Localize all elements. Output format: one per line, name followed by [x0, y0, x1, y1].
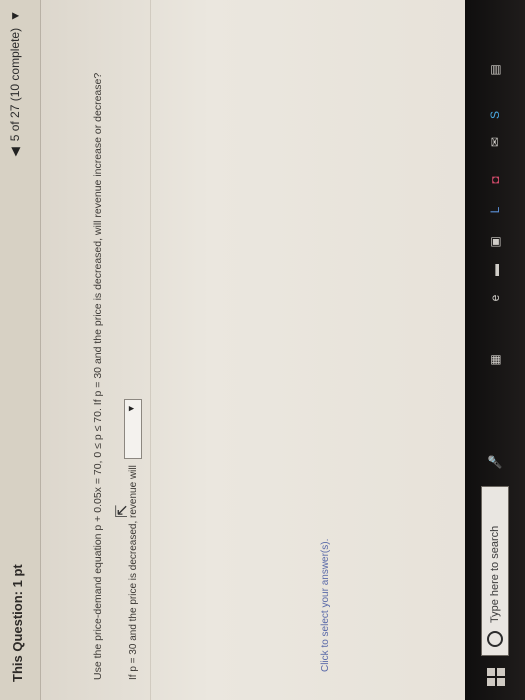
question-list-dropdown-icon[interactable]: ▼ [8, 10, 22, 22]
taskbar: Type here to search 🎤 ▦ e ▬ ▣ L ◘ ✉ S ▤ [465, 0, 525, 700]
previous-question-icon[interactable]: ◀ [8, 147, 22, 156]
microphone-icon[interactable]: 🎤 [485, 452, 505, 472]
edge-browser-icon[interactable]: e [485, 288, 505, 308]
prompt-text: If p = 30 and the price is decreased, re… [127, 465, 139, 680]
question-progress: 5 of 27 (10 complete) [8, 27, 22, 142]
app-l-icon[interactable]: L [485, 200, 505, 220]
question-navigation: ◀ 5 of 27 (10 complete) ▼ [8, 10, 22, 157]
dropdown-caret-icon: ▼ [126, 404, 136, 414]
photo-frame: This Question: 1 pt ◀ 5 of 27 (10 comple… [0, 0, 525, 700]
screen: This Question: 1 pt ◀ 5 of 27 (10 comple… [0, 0, 525, 700]
question-points-label: This Question: 1 pt [10, 564, 25, 682]
mouse-cursor-icon: ⇱ [114, 504, 131, 518]
taskbar-search-box[interactable]: Type here to search [481, 486, 509, 656]
answer-prompt: If p = 30 and the price is decreased, re… [124, 399, 142, 680]
revenue-answer-dropdown[interactable]: ▼ [124, 399, 142, 460]
file-explorer-icon[interactable]: ▬ [485, 260, 505, 280]
task-view-icon[interactable]: ▦ [485, 350, 505, 370]
content-divider [150, 0, 151, 700]
question-text: Use the price-demand equation p + 0.05x … [92, 72, 104, 680]
mail-icon[interactable]: ✉ [485, 132, 505, 152]
skype-icon[interactable]: S [485, 105, 505, 125]
calendar-icon[interactable]: ▤ [485, 60, 505, 80]
store-icon[interactable]: ▣ [485, 232, 505, 252]
app-pink-icon[interactable]: ◘ [485, 170, 505, 190]
windows-start-icon[interactable] [487, 668, 505, 686]
question-header: This Question: 1 pt ◀ 5 of 27 (10 comple… [0, 0, 41, 700]
search-placeholder: Type here to search [489, 525, 501, 623]
answer-hint: Click to select your answer(s). [320, 538, 331, 672]
cortana-circle-icon [487, 631, 503, 647]
